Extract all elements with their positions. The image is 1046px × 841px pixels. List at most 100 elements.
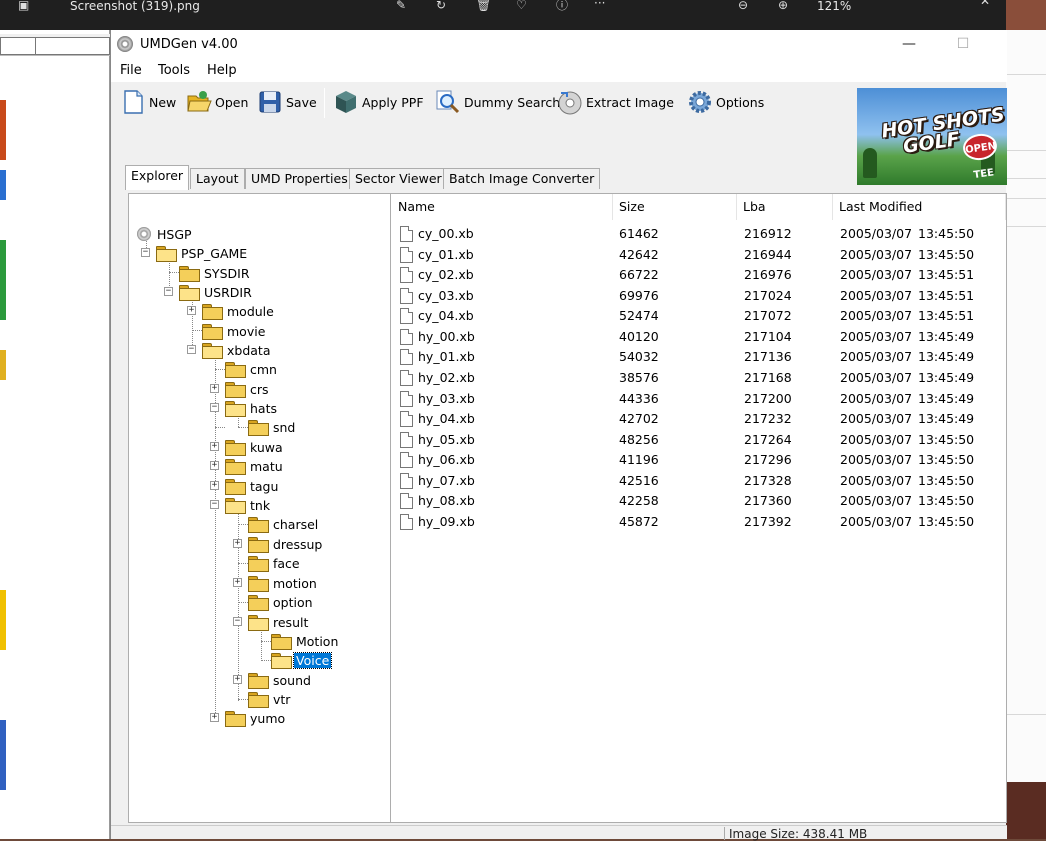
table-row[interactable]: hy_05.xb 48256 217264 2005/03/07 13:45:50	[392, 430, 1006, 450]
column-header-last-modified[interactable]: Last Modified	[833, 194, 1006, 220]
tree-node-dressup[interactable]: dressup	[248, 535, 324, 553]
tree-node-tnk[interactable]: tnk	[225, 496, 272, 514]
collapse-toggle[interactable]: −	[233, 617, 242, 626]
open-button[interactable]: Open	[186, 87, 248, 117]
tree-node-sysdir[interactable]: SYSDIR	[179, 264, 252, 282]
tree-node-kuwa[interactable]: kuwa	[225, 438, 285, 456]
collapse-toggle[interactable]: −	[210, 403, 219, 412]
tree-line	[192, 330, 202, 331]
table-row[interactable]: hy_01.xb 54032 217136 2005/03/07 13:45:49	[392, 347, 1006, 367]
table-row[interactable]: hy_04.xb 42702 217232 2005/03/07 13:45:49	[392, 409, 1006, 429]
tree-node-hats[interactable]: hats	[225, 399, 279, 417]
extract-image-button[interactable]: Extract Image	[557, 87, 674, 117]
folder-icon	[248, 576, 269, 592]
options-button[interactable]: Options	[687, 87, 764, 117]
new-button[interactable]: New	[120, 87, 176, 117]
tree-node-face[interactable]: face	[248, 554, 302, 572]
file-name-cell: hy_02.xb	[418, 369, 475, 385]
table-row[interactable]: cy_00.xb 61462 216912 2005/03/07 13:45:50	[392, 224, 1006, 244]
expand-toggle[interactable]: +	[210, 461, 219, 470]
tab-umd-properties[interactable]: UMD Properties	[245, 168, 354, 189]
tree-node-tagu[interactable]: tagu	[225, 477, 280, 495]
zoom-in-icon[interactable]: ⊕	[778, 0, 788, 28]
tree-label: yumo	[250, 710, 286, 726]
tab-batch-image-converter[interactable]: Batch Image Converter	[443, 168, 601, 189]
save-button[interactable]: Save	[257, 87, 317, 117]
tree-node-yumo[interactable]: yumo	[225, 709, 287, 727]
minimize-button[interactable]: —	[886, 30, 932, 60]
tree-node-usrdir[interactable]: USRDIR	[179, 283, 254, 301]
tab-sector-viewer[interactable]: Sector Viewer	[349, 168, 448, 189]
expand-toggle[interactable]: +	[210, 481, 219, 490]
favorite-icon[interactable]: ♡	[516, 0, 527, 28]
collapse-toggle[interactable]: −	[210, 500, 219, 509]
table-row[interactable]: hy_00.xb 40120 217104 2005/03/07 13:45:49	[392, 327, 1006, 347]
expand-toggle[interactable]: +	[187, 306, 196, 315]
expand-toggle[interactable]: +	[233, 675, 242, 684]
tree-node-xbdata[interactable]: xbdata	[202, 341, 273, 359]
maximize-button[interactable]: ☐	[940, 30, 986, 60]
tab-layout[interactable]: Layout	[190, 168, 245, 189]
edit-icon[interactable]: ✎	[396, 0, 406, 28]
column-header-lba[interactable]: Lba	[737, 194, 833, 220]
table-row[interactable]: hy_08.xb 42258 217360 2005/03/07 13:45:50	[392, 491, 1006, 511]
collapse-toggle[interactable]: −	[141, 248, 150, 257]
rotate-icon[interactable]: ↻	[436, 0, 446, 28]
table-row[interactable]: cy_02.xb 66722 216976 2005/03/07 13:45:51	[392, 265, 1006, 285]
tree-node-module[interactable]: module	[202, 302, 276, 320]
file-icon	[400, 369, 413, 386]
table-row[interactable]: cy_01.xb 42642 216944 2005/03/07 13:45:50	[392, 245, 1006, 265]
file-time-cell: 13:45:50	[918, 513, 975, 529]
file-lba-cell: 217296	[744, 452, 792, 468]
menu-file[interactable]: File	[120, 63, 142, 78]
table-row[interactable]: cy_03.xb 69976 217024 2005/03/07 13:45:51	[392, 286, 1006, 306]
more-icon[interactable]: ···	[594, 0, 605, 26]
table-row[interactable]: hy_03.xb 44336 217200 2005/03/07 13:45:49	[392, 389, 1006, 409]
tree-node-snd[interactable]: snd	[248, 418, 297, 436]
dummy-search-button[interactable]: Dummy Search	[435, 87, 560, 117]
tree-node-cmn[interactable]: cmn	[225, 360, 279, 378]
tree-node-vtr[interactable]: vtr	[248, 690, 292, 708]
expand-toggle[interactable]: +	[210, 384, 219, 393]
file-size-cell: 38576	[619, 369, 659, 385]
tree-node-voice[interactable]: Voice	[271, 651, 333, 669]
tree-node-result-motion[interactable]: Motion	[271, 632, 340, 650]
tree-node-movie[interactable]: movie	[202, 322, 267, 340]
table-row[interactable]: hy_02.xb 38576 217168 2005/03/07 13:45:49	[392, 368, 1006, 388]
tab-explorer[interactable]: Explorer	[125, 165, 190, 190]
tree-node-psp-game[interactable]: PSP_GAME	[156, 244, 249, 262]
tree-line	[238, 563, 248, 564]
column-header-name[interactable]: Name	[392, 194, 613, 220]
tree-node-result[interactable]: result	[248, 613, 310, 631]
tree-node-crs[interactable]: crs	[225, 380, 271, 398]
viewer-minimize-icon[interactable]: –	[930, 0, 936, 22]
delete-icon[interactable]: 🗑	[476, 0, 491, 28]
tree-node-sound[interactable]: sound	[248, 671, 313, 689]
magnifier-icon	[435, 89, 461, 115]
collapse-toggle[interactable]: −	[187, 345, 196, 354]
table-row[interactable]: hy_09.xb 45872 217392 2005/03/07 13:45:50	[392, 512, 1006, 532]
tree-node-matu[interactable]: matu	[225, 457, 285, 475]
apply-ppf-button[interactable]: Apply PPF	[333, 87, 424, 117]
menu-tools[interactable]: Tools	[158, 63, 190, 78]
expand-toggle[interactable]: +	[210, 442, 219, 451]
tree-node-hsgp[interactable]: HSGP	[137, 225, 194, 243]
collapse-toggle[interactable]: −	[164, 287, 173, 296]
expand-toggle[interactable]: +	[233, 539, 242, 548]
info-icon[interactable]: ⓘ	[556, 0, 568, 28]
tree-node-motion[interactable]: motion	[248, 574, 319, 592]
expand-toggle[interactable]: +	[210, 713, 219, 722]
file-date-cell: 2005/03/07	[840, 308, 913, 324]
table-row[interactable]: hy_07.xb 42516 217328 2005/03/07 13:45:50	[392, 471, 1006, 491]
zoom-out-icon[interactable]: ⊖	[738, 0, 748, 28]
expand-toggle[interactable]: +	[233, 578, 242, 587]
table-row[interactable]: hy_06.xb 41196 217296 2005/03/07 13:45:50	[392, 450, 1006, 470]
column-header-size[interactable]: Size	[613, 194, 737, 220]
window-title: UMDGen v4.00	[140, 37, 238, 52]
menu-help[interactable]: Help	[207, 63, 237, 78]
tree-node-option[interactable]: option	[248, 593, 315, 611]
table-row[interactable]: cy_04.xb 52474 217072 2005/03/07 13:45:51	[392, 306, 1006, 326]
viewer-close-icon[interactable]: ✕	[980, 0, 990, 24]
file-date-cell: 2005/03/07	[840, 369, 913, 385]
tree-node-charsel[interactable]: charsel	[248, 515, 320, 533]
